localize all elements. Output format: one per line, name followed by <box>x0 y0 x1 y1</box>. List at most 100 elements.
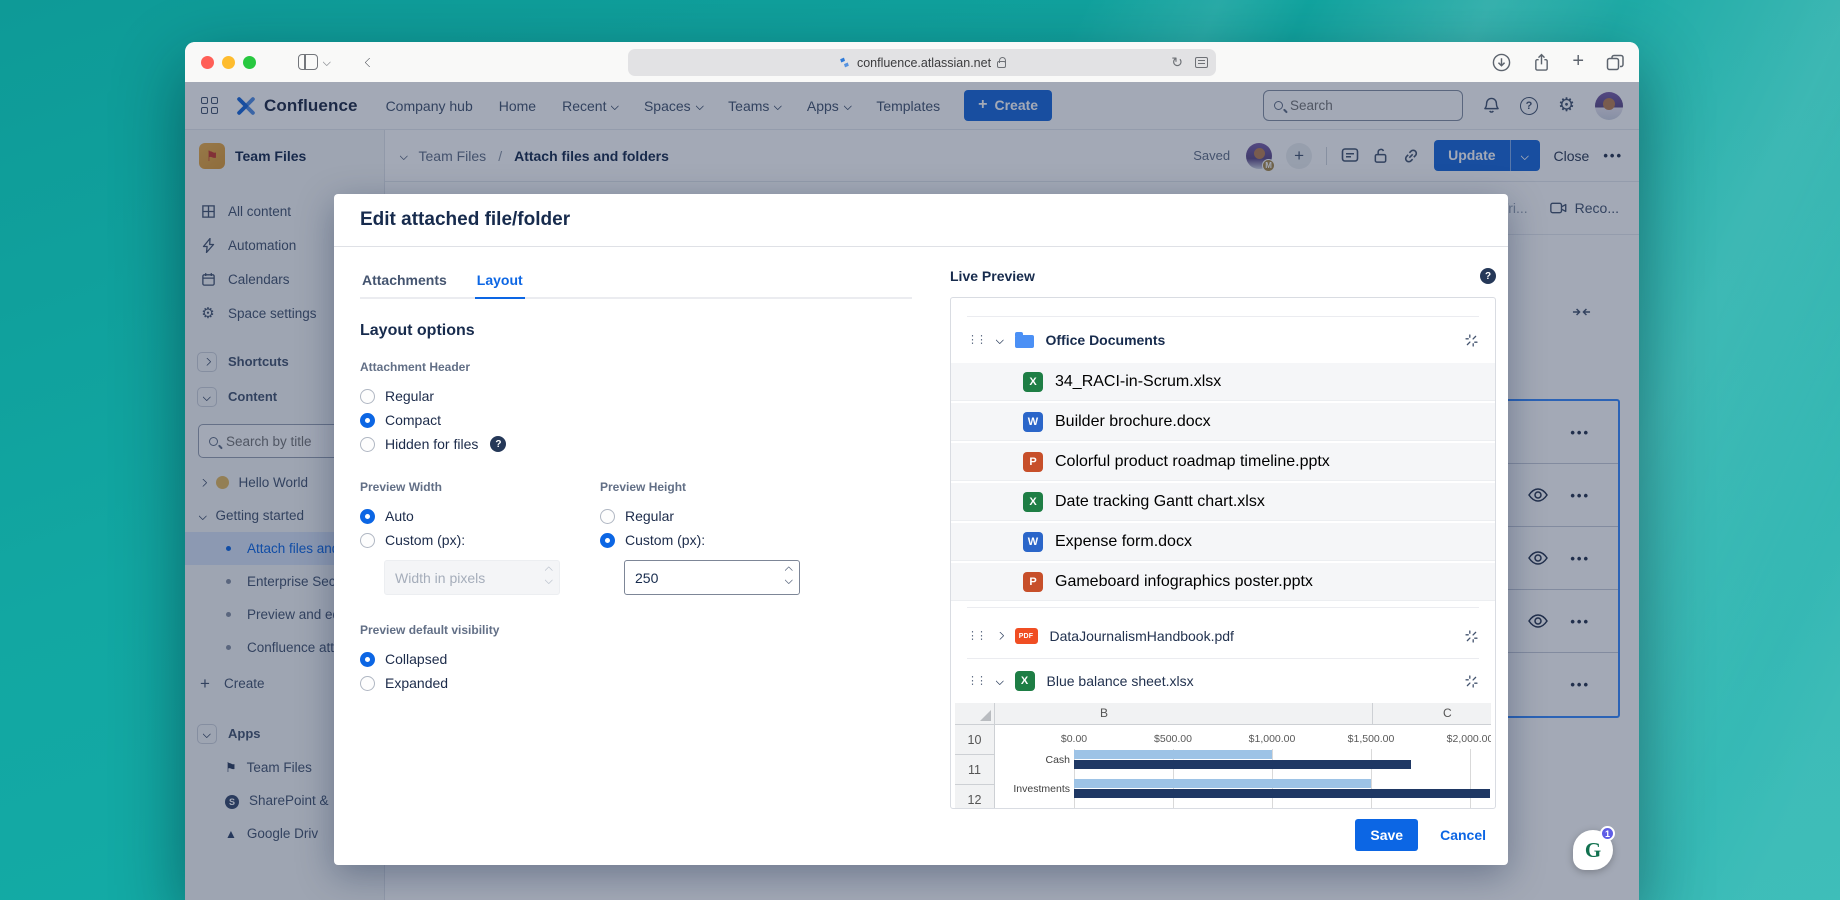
chart-bar-inventories-light-blue <box>1074 808 1203 809</box>
radio-compact[interactable]: Compact <box>360 408 912 432</box>
chart-axis-label: $1,500.00 <box>1348 733 1395 745</box>
modal-footer: Save Cancel <box>1355 819 1486 851</box>
stepper-icon[interactable] <box>786 568 792 582</box>
save-button[interactable]: Save <box>1355 819 1418 851</box>
cancel-button[interactable]: Cancel <box>1440 827 1486 843</box>
radio-label: Hidden for files <box>385 436 478 452</box>
attachment-header-radios: RegularCompactHidden for files? <box>360 384 912 456</box>
width-input[interactable] <box>384 560 560 595</box>
file-row-gameboard-infographics-poster-pptx[interactable]: PGameboard infographics poster.pptx <box>951 563 1495 601</box>
desktop-background: confluence.atlassian.net ↻ + <box>0 0 1840 900</box>
unlink-icon[interactable] <box>1464 333 1479 348</box>
xlsx-file-icon: X <box>1023 492 1043 512</box>
tab-layout[interactable]: Layout <box>475 266 525 299</box>
tab-attachments[interactable]: Attachments <box>360 266 449 299</box>
radio-icon <box>360 533 375 548</box>
pptx-file-icon: P <box>1023 452 1043 472</box>
drag-handle-icon[interactable]: ⋮⋮ <box>967 631 985 642</box>
chart-gridline <box>1470 749 1471 809</box>
radio-hidden-for-files[interactable]: Hidden for files? <box>360 432 912 456</box>
tab-overview-icon[interactable] <box>1606 54 1625 71</box>
chevron-down-icon[interactable] <box>996 336 1004 344</box>
folder-row[interactable]: ⋮⋮ Office Documents <box>951 317 1495 363</box>
chevron-left-icon <box>364 57 374 67</box>
chevron-right-icon[interactable] <box>996 632 1004 640</box>
radio-custom-px[interactable]: Custom (px): <box>360 528 600 552</box>
visibility-radios: Collapsed Expanded <box>360 647 912 695</box>
chart-category-label: Cash <box>1045 754 1070 766</box>
row-number[interactable]: 11 <box>955 755 995 785</box>
chart-bar-investments-light-blue <box>1074 779 1371 788</box>
pptx-file-icon: P <box>1023 572 1043 592</box>
select-all-cell[interactable] <box>955 703 995 725</box>
radio-regular[interactable]: Regular <box>360 384 912 408</box>
drag-handle-icon[interactable]: ⋮⋮ <box>967 335 985 346</box>
confluence-app: Confluence Company hubHomeRecentSpacesTe… <box>185 82 1639 900</box>
site-favicon-icon <box>838 56 851 69</box>
column-header-c[interactable]: C <box>1443 706 1452 720</box>
grammarly-badge: 1 <box>1600 826 1615 841</box>
radio-collapsed[interactable]: Collapsed <box>360 647 912 671</box>
radio-label: Auto <box>385 508 414 524</box>
page-settings-icon[interactable] <box>1195 57 1208 68</box>
row-number[interactable]: 10 <box>955 725 995 755</box>
folder-icon <box>1015 335 1034 348</box>
radio-icon <box>360 509 375 524</box>
live-preview: Live Preview ? ⋮⋮ Office Documents <box>950 268 1496 809</box>
pdf-file-name: DataJournalismHandbook.pdf <box>1050 628 1234 644</box>
chart-bar-investments-dark-navy <box>1074 789 1490 798</box>
unlink-icon[interactable] <box>1464 629 1479 644</box>
sheet-row[interactable]: ⋮⋮ X Blue balance sheet.xlsx <box>951 659 1495 703</box>
width-input-wrap <box>384 560 560 595</box>
docx-file-icon: W <box>1023 532 1043 552</box>
downloads-icon[interactable] <box>1492 53 1511 72</box>
reload-icon[interactable]: ↻ <box>1171 54 1183 71</box>
sidebar-toggle-button[interactable] <box>298 54 330 70</box>
chart-bar-cash-light-blue <box>1074 750 1272 759</box>
radio-label: Custom (px): <box>625 532 705 548</box>
help-icon[interactable]: ? <box>490 436 506 452</box>
radio-custom-px[interactable]: Custom (px): <box>600 528 840 552</box>
preview-height-group: Preview Height RegularCustom (px): <box>600 480 840 595</box>
height-input-wrap <box>624 560 800 595</box>
share-icon[interactable] <box>1533 53 1550 72</box>
file-row-builder-brochure-docx[interactable]: WBuilder brochure.docx <box>951 403 1495 441</box>
new-tab-icon[interactable]: + <box>1572 51 1584 71</box>
row-number-gutter: 101112 <box>955 703 995 809</box>
back-button[interactable] <box>366 59 373 66</box>
drag-handle-icon[interactable]: ⋮⋮ <box>967 676 985 687</box>
zoom-window-button[interactable] <box>243 56 256 69</box>
row-number[interactable]: 12 <box>955 785 995 809</box>
spreadsheet-preview: 101112 B C $0.00$500.00$1,000.00$1,500.0… <box>955 703 1491 809</box>
help-icon[interactable]: ? <box>1480 268 1496 284</box>
file-row-date-tracking-gantt-chart-xlsx[interactable]: XDate tracking Gantt chart.xlsx <box>951 483 1495 521</box>
radio-icon <box>360 652 375 667</box>
radio-icon <box>360 389 375 404</box>
radio-auto[interactable]: Auto <box>360 504 600 528</box>
pdf-row[interactable]: ⋮⋮ PDF DataJournalismHandbook.pdf <box>951 614 1495 658</box>
unlink-icon[interactable] <box>1464 674 1479 689</box>
modal-title: Edit attached file/folder <box>360 209 570 231</box>
chevron-down-icon[interactable] <box>996 677 1004 685</box>
chart-category-label: Investments <box>1013 783 1070 795</box>
docx-file-icon: W <box>1023 412 1043 432</box>
radio-regular[interactable]: Regular <box>600 504 840 528</box>
close-window-button[interactable] <box>201 56 214 69</box>
column-header-b[interactable]: B <box>1100 706 1108 720</box>
file-row-34-raci-in-scrum-xlsx[interactable]: X34_RACI-in-Scrum.xlsx <box>951 363 1495 401</box>
radio-label: Custom (px): <box>385 532 465 548</box>
file-row-expense-form-docx[interactable]: WExpense form.docx <box>951 523 1495 561</box>
preview-height-radios: Regular Custom (px): <box>600 504 840 552</box>
grammarly-widget[interactable]: G 1 <box>1573 830 1613 870</box>
minimize-window-button[interactable] <box>222 56 235 69</box>
window-controls <box>201 56 256 69</box>
radio-label: Expanded <box>385 675 448 691</box>
file-row-colorful-product-roadmap-timeline-pptx[interactable]: PColorful product roadmap timeline.pptx <box>951 443 1495 481</box>
address-bar[interactable]: confluence.atlassian.net ↻ <box>628 49 1216 76</box>
live-preview-title: Live Preview <box>950 268 1035 284</box>
grammarly-icon: G <box>1585 838 1601 863</box>
browser-actions: + <box>1492 42 1625 82</box>
height-input[interactable] <box>624 560 800 595</box>
stepper-icon[interactable] <box>546 568 552 582</box>
radio-expanded[interactable]: Expanded <box>360 671 912 695</box>
